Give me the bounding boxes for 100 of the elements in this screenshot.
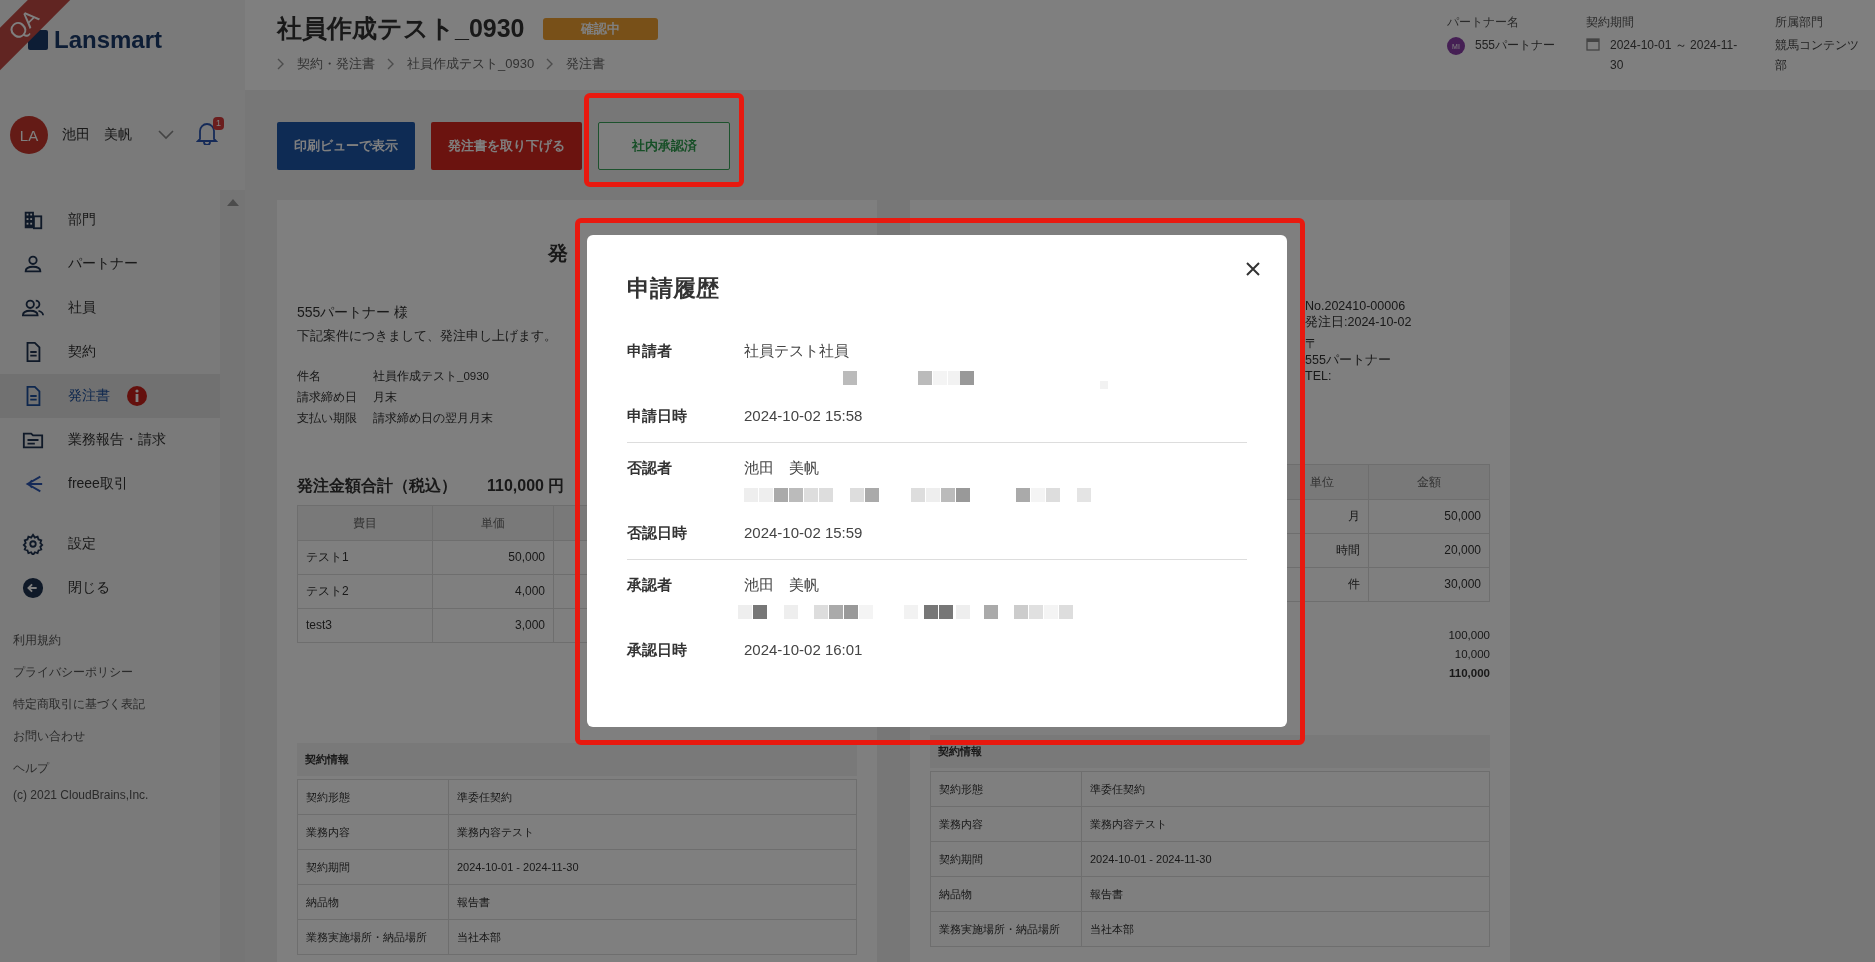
- info-value: 2024-10-01 ～ 2024-11-30: [1610, 37, 1739, 74]
- action-button[interactable]: 発注書を取り下げる: [431, 122, 582, 170]
- table-cell: 4,000: [433, 575, 554, 609]
- section-header: 契約情報: [297, 743, 857, 776]
- info-label: 所属部門: [1775, 14, 1824, 31]
- nav-item[interactable]: 業務報告・請求: [0, 418, 220, 462]
- footer-link[interactable]: お問い合わせ: [0, 720, 220, 752]
- status-tag: 確認中: [542, 17, 658, 40]
- app-logo[interactable]: Lansmart: [54, 26, 163, 54]
- nav-item[interactable]: 部門: [0, 198, 220, 242]
- table-cell: 業務内容: [931, 807, 1082, 842]
- total-label: 発注金額合計（税込）: [297, 476, 457, 496]
- field-value: 社員作成テスト_0930: [373, 369, 490, 384]
- table-cell: 当社本部: [449, 920, 857, 955]
- table-cell: 業務内容テスト: [449, 815, 857, 850]
- table-cell: 業務内容: [298, 815, 449, 850]
- nav-item[interactable]: 社員: [0, 286, 220, 330]
- table-cell: 20,000: [1369, 534, 1490, 568]
- breadcrumb-item: 発注書: [566, 55, 606, 73]
- table-cell: 50,000: [1369, 500, 1490, 534]
- field-label: 件名: [297, 369, 322, 384]
- settings-icon: [22, 533, 44, 555]
- nav-item[interactable]: 設定: [0, 522, 220, 566]
- nav-item[interactable]: 契約: [0, 330, 220, 374]
- nav-item[interactable]: 閉じる: [0, 566, 220, 610]
- footer-link[interactable]: ヘルプ: [0, 752, 220, 784]
- timestamp: 2024-10-02 15:58: [744, 407, 864, 426]
- action-button[interactable]: 社内承認済: [598, 122, 730, 170]
- intro-text: 下記案件につきまして、発注申し上げます。: [297, 328, 558, 345]
- notification-badge: 1: [213, 117, 224, 130]
- table-cell: 50,000: [433, 541, 554, 575]
- total-amount: 10,000: [1453, 647, 1490, 662]
- info-label: 契約期間: [1586, 14, 1635, 31]
- table-cell: テスト1: [298, 541, 433, 575]
- breadcrumb-item[interactable]: 社員作成テスト_0930: [407, 55, 535, 73]
- person-name: 池田 美帆: [744, 459, 820, 478]
- chevron-down-icon[interactable]: [158, 130, 174, 140]
- timestamp: 2024-10-02 16:01: [744, 641, 864, 660]
- dialog-title: 申請履歴: [627, 274, 720, 303]
- nav-label: 設定: [68, 535, 96, 553]
- table-cell: 契約形態: [931, 772, 1082, 807]
- column-header: 費目: [298, 506, 433, 541]
- bell-icon[interactable]: [196, 121, 218, 145]
- nav-label: 閉じる: [68, 579, 110, 597]
- nav-label: 契約: [68, 343, 96, 361]
- page-title: 社員作成テスト_0930: [277, 13, 525, 44]
- footer-link[interactable]: 利用規約: [0, 624, 220, 656]
- person-name: 社員テスト社員: [744, 342, 850, 361]
- table-cell: 契約形態: [298, 780, 449, 815]
- table-cell: 契約期間: [298, 850, 449, 885]
- total-value: 110,000 円: [487, 476, 565, 496]
- nav-item[interactable]: パートナー: [0, 242, 220, 286]
- scrollbar[interactable]: [220, 190, 245, 962]
- table-cell: 業務実施場所・納品場所: [931, 912, 1082, 947]
- table-cell: 業務実施場所・納品場所: [298, 920, 449, 955]
- nav-label: 部門: [68, 211, 96, 229]
- people-icon: [22, 297, 44, 319]
- total-amount: 100,000: [1447, 628, 1490, 643]
- table-cell: 準委任契約: [1082, 772, 1490, 807]
- table-cell: 2024-10-01 - 2024-11-30: [1082, 842, 1490, 877]
- field-label: 支払い期限: [297, 411, 358, 426]
- info-label: パートナー名: [1447, 14, 1520, 31]
- field-value: 請求締め日の翌月月末: [373, 411, 493, 426]
- recipient-name: 555パートナー 様: [297, 304, 410, 322]
- table-cell: test3: [298, 609, 433, 643]
- column-header: 金額: [1369, 465, 1490, 500]
- nav-item[interactable]: freee取引: [0, 462, 220, 506]
- table-cell: 業務内容テスト: [1082, 807, 1490, 842]
- scroll-up-icon[interactable]: [226, 198, 239, 206]
- issuer-info: No.202410-00006: [1305, 298, 1407, 314]
- issuer-info: 555パートナー: [1305, 352, 1392, 368]
- table-cell: 準委任契約: [449, 780, 857, 815]
- field-label: 申請者: [627, 342, 673, 361]
- nav-label: 発注書: [68, 387, 110, 405]
- footer-link[interactable]: プライバシーポリシー: [0, 656, 220, 688]
- footer-link[interactable]: 特定商取引に基づく表記: [0, 688, 220, 720]
- nav-item[interactable]: 発注書: [0, 374, 220, 418]
- table-cell: テスト2: [298, 575, 433, 609]
- issuer-info: 〒: [1305, 336, 1319, 352]
- user-name: 池田 美帆: [62, 126, 133, 144]
- user-avatar[interactable]: LA: [10, 116, 48, 154]
- table-cell: 2024-10-01 - 2024-11-30: [449, 850, 857, 885]
- field-label: 申請日時: [627, 407, 688, 426]
- building-icon: [22, 209, 44, 231]
- field-label: 否認日時: [627, 524, 688, 543]
- table-cell: 契約期間: [931, 842, 1082, 877]
- field-label: 請求締め日: [297, 390, 358, 405]
- table-cell: 30,000: [1369, 568, 1490, 602]
- breadcrumb-item[interactable]: 契約・発注書: [297, 55, 375, 73]
- action-button[interactable]: 印刷ビューで表示: [277, 122, 415, 170]
- calendar-icon: [1586, 37, 1600, 51]
- chevron-right-icon: [277, 58, 285, 70]
- table-cell: 3,000: [433, 609, 554, 643]
- chevron-right-icon: [387, 58, 395, 70]
- table-cell: 納品物: [298, 885, 449, 920]
- section-header: 契約情報: [930, 735, 1490, 768]
- table-cell: 報告書: [449, 885, 857, 920]
- timestamp: 2024-10-02 15:59: [744, 524, 864, 543]
- column-header: 単価: [433, 506, 554, 541]
- table-cell: 報告書: [1082, 877, 1490, 912]
